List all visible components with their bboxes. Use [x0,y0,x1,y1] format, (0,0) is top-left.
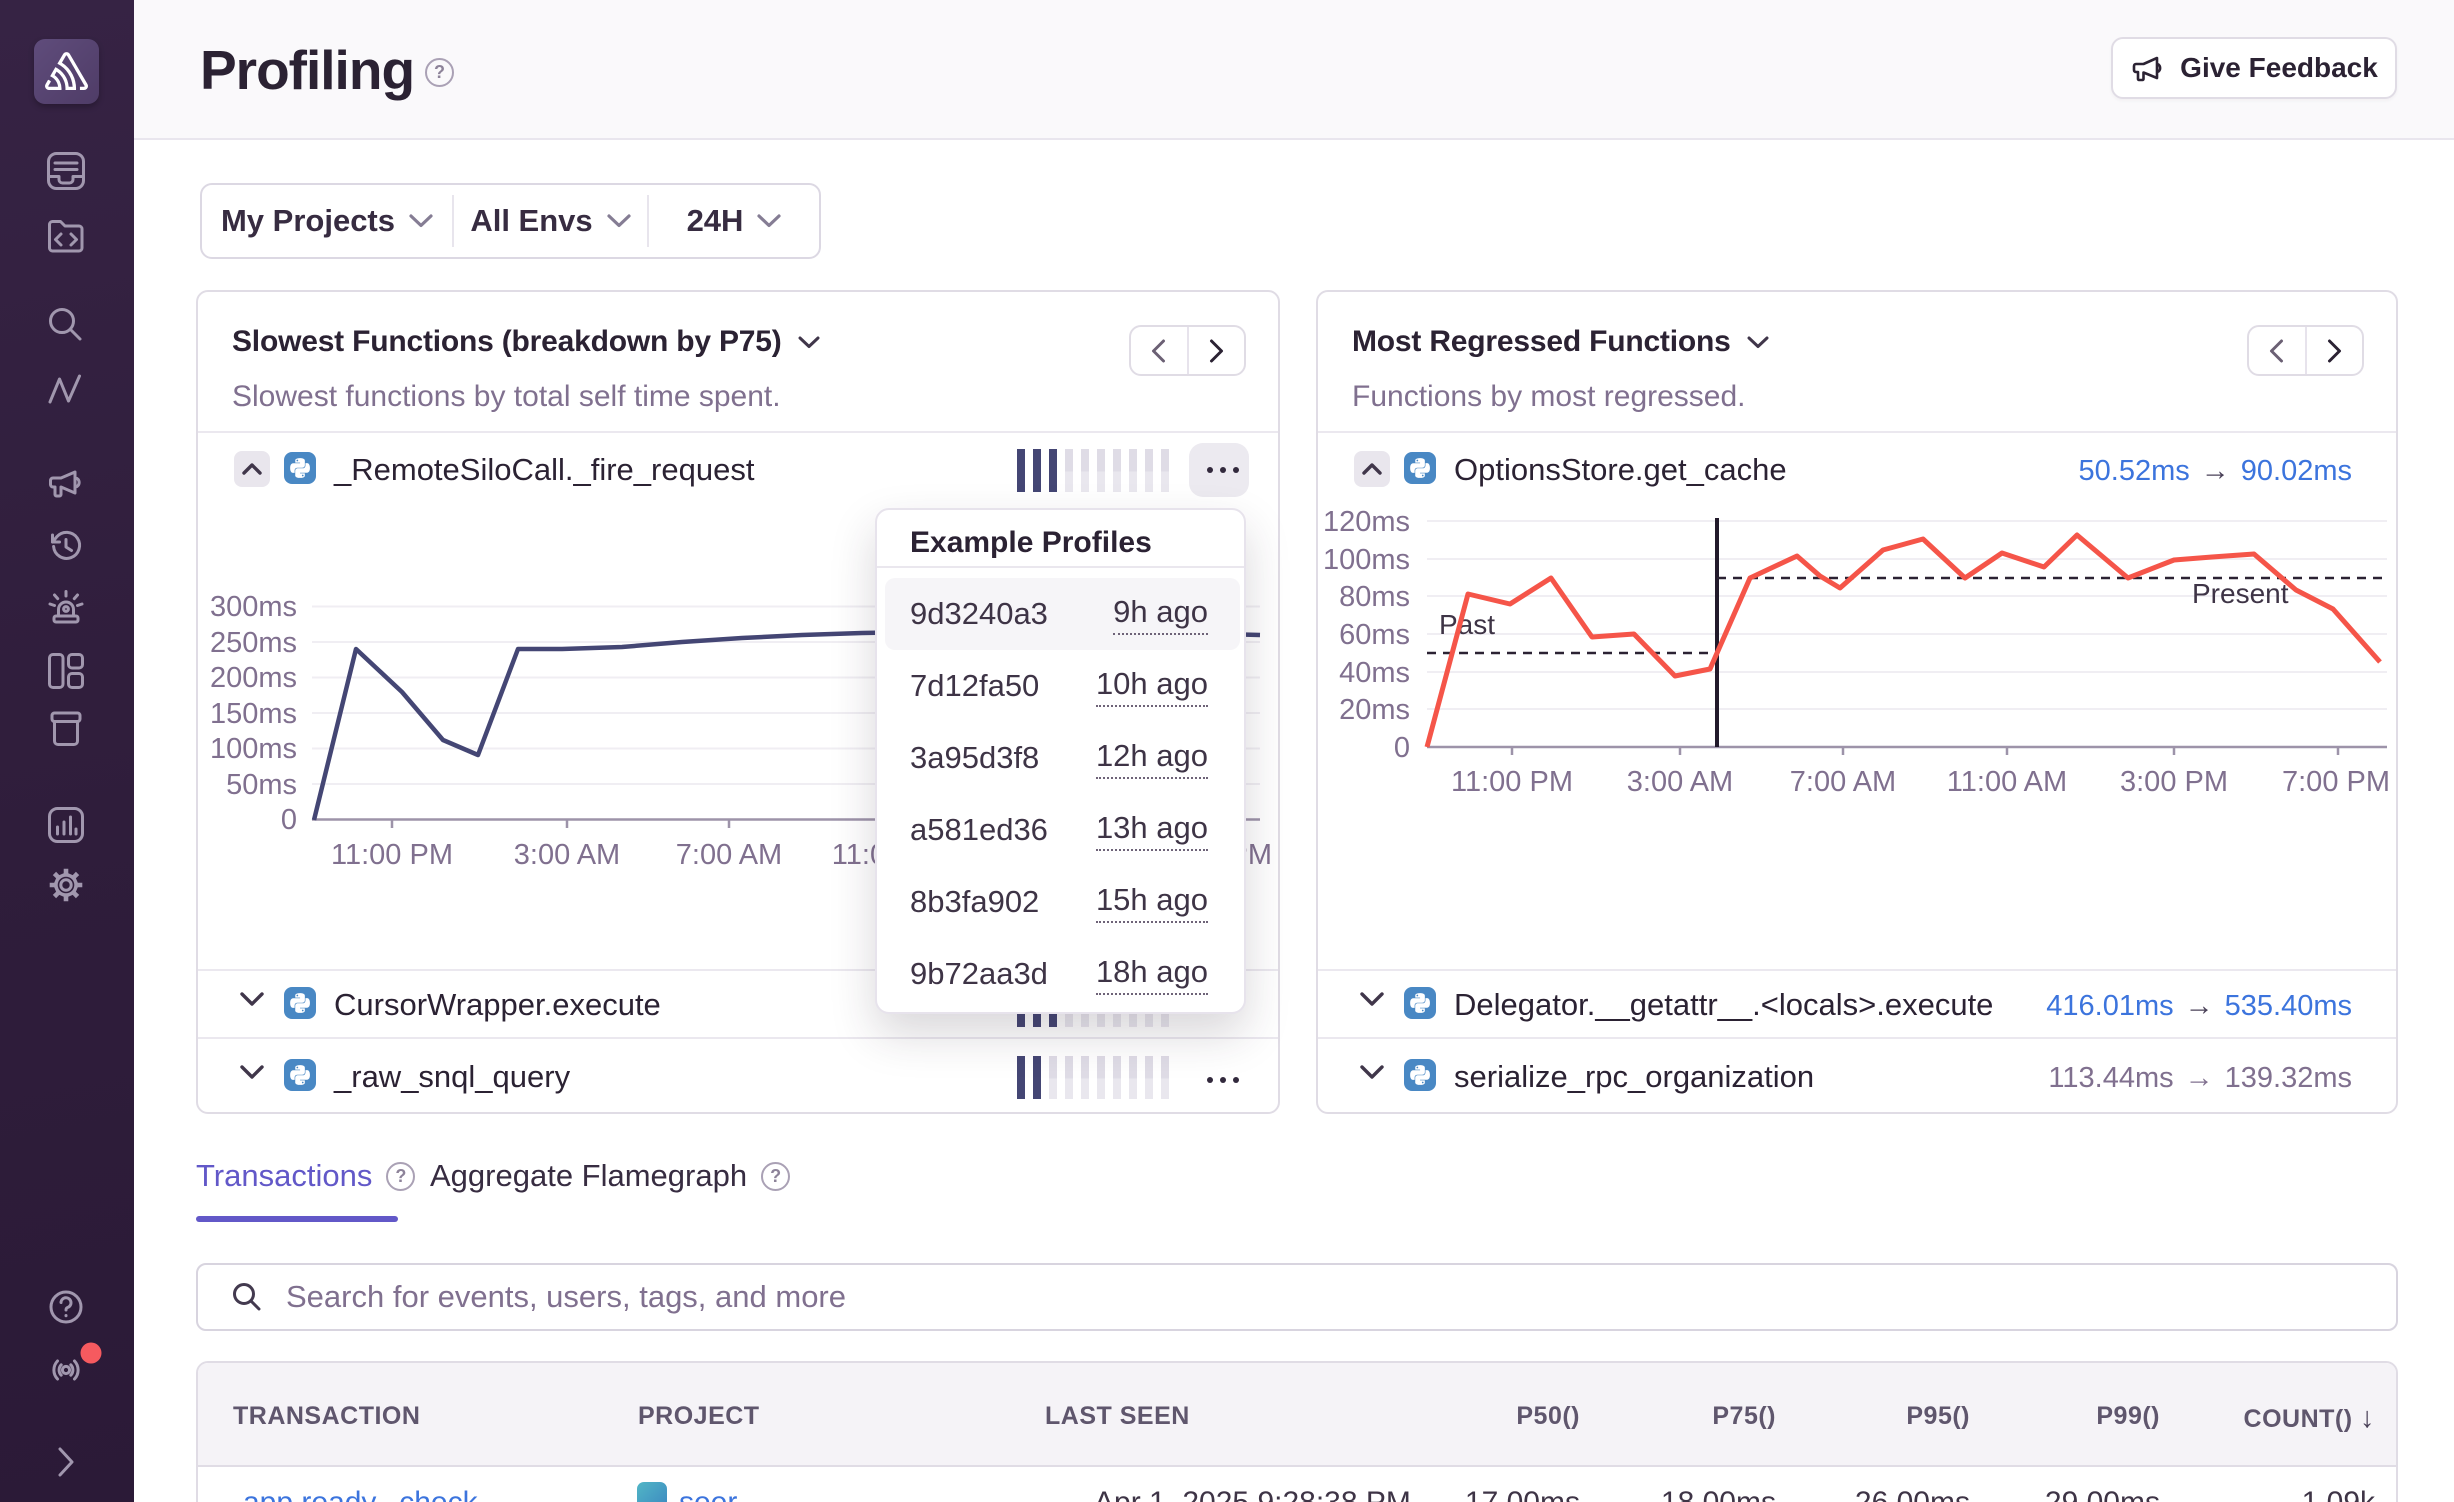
svg-text:100ms: 100ms [210,733,297,765]
svg-text:0: 0 [1394,732,1410,764]
svg-text:11:00 PM: 11:00 PM [1451,766,1573,798]
svg-text:7:00 AM: 7:00 AM [1790,766,1896,798]
svg-text:Past: Past [1439,609,1495,640]
svg-text:Present: Present [2192,578,2289,609]
svg-text:250ms: 250ms [210,627,297,659]
svg-text:200ms: 200ms [210,662,297,694]
svg-text:3:00 PM: 3:00 PM [2120,766,2228,798]
svg-text:50ms: 50ms [226,769,297,801]
svg-text:11:00 PM: 11:00 PM [331,839,453,871]
svg-text:3:00 AM: 3:00 AM [1627,766,1733,798]
svg-text:80ms: 80ms [1339,581,1410,613]
svg-text:150ms: 150ms [210,698,297,730]
svg-text:7:00 AM: 7:00 AM [676,839,782,871]
svg-text:60ms: 60ms [1339,619,1410,651]
svg-text:0: 0 [281,804,297,836]
svg-text:300ms: 300ms [210,591,297,623]
svg-text:100ms: 100ms [1323,544,1410,576]
svg-text:3:00 AM: 3:00 AM [514,839,620,871]
svg-text:7:00 PM: 7:00 PM [2282,766,2390,798]
svg-text:40ms: 40ms [1339,657,1410,689]
svg-text:20ms: 20ms [1339,694,1410,726]
svg-text:120ms: 120ms [1323,506,1410,538]
svg-text:11:00 AM: 11:00 AM [1947,766,2067,798]
